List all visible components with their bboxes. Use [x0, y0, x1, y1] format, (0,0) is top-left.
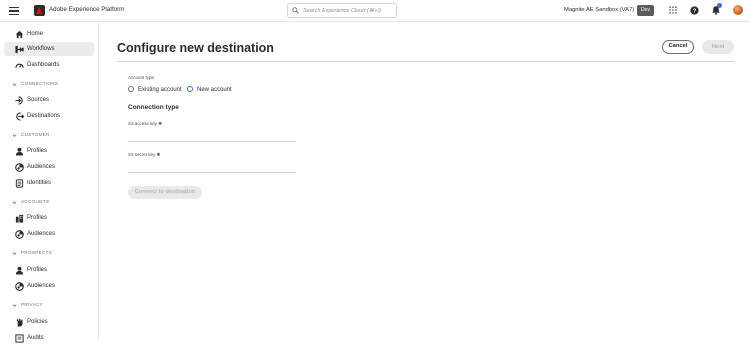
main-content: Configure new destination Cancel Next Ac… [100, 22, 750, 340]
audiences-icon [15, 282, 24, 291]
sidebar-item-dashboards[interactable]: Dashboards [4, 58, 94, 72]
sidebar-item-account-profiles[interactable]: Profiles [4, 211, 94, 225]
chevron-down-icon [12, 252, 17, 255]
required-icon: ✱ [158, 121, 163, 126]
sidebar-item-label: Profiles [27, 214, 48, 221]
section-title: CUSTOMER [21, 132, 50, 137]
sidebar-item-label: Home [27, 30, 44, 37]
audits-icon [15, 334, 24, 343]
apps-grid-icon[interactable] [669, 6, 677, 14]
profile-icon [15, 266, 24, 275]
chevron-down-icon [12, 304, 17, 307]
s3-access-key-input[interactable] [128, 132, 296, 142]
sidebar-item-label: Destinations [27, 112, 61, 119]
sidebar-item-audits[interactable]: Audits [4, 331, 94, 345]
search-field[interactable]: Search Experience Cloud (⌘+/) [287, 3, 397, 18]
home-icon [15, 30, 24, 39]
sidebar-item-policies[interactable]: Policies [4, 315, 94, 329]
sidebar-item-label: Audiences [27, 282, 56, 289]
audiences-icon [15, 163, 24, 172]
audiences-icon [15, 230, 24, 239]
chevron-down-icon [12, 201, 17, 204]
search-icon [292, 7, 299, 14]
sidebar-item-prospect-profiles[interactable]: Profiles [4, 263, 94, 277]
sidebar-item-label: Profiles [27, 147, 48, 154]
help-icon[interactable]: ? [690, 6, 699, 15]
top-bar: Adobe Experience Platform Search Experie… [0, 0, 750, 22]
connect-to-destination-button[interactable]: Connect to destination [128, 186, 202, 199]
s3-access-key-label: S3 access key ✱ [128, 121, 162, 127]
account-type-label: Account type [128, 75, 155, 80]
sidebar-item-destinations[interactable]: Destinations [4, 109, 94, 123]
sidebar-item-identities[interactable]: Identities [4, 176, 94, 190]
env-badge: Dev [637, 5, 654, 16]
identities-icon [15, 179, 24, 188]
page-title: Configure new destination [117, 41, 274, 55]
sidebar: Home Workflows Dashboards CONNECTIONS So… [0, 22, 99, 343]
chevron-down-icon [12, 134, 17, 137]
new-account-radio[interactable] [187, 86, 193, 92]
sidebar-item-label: Sources [27, 96, 50, 103]
connection-type-heading: Connection type [128, 104, 179, 111]
svg-text:?: ? [693, 9, 697, 15]
section-title: PROSPECTS [21, 250, 53, 255]
sidebar-item-home[interactable]: Home [4, 27, 94, 41]
existing-account-label[interactable]: Existing account [138, 87, 182, 93]
app-title[interactable]: Adobe Experience Platform [49, 6, 124, 13]
sources-icon [15, 96, 23, 105]
dashboards-icon [15, 63, 24, 68]
section-title: ACCOUNTS [21, 199, 50, 204]
sidebar-item-label: Workflows [27, 45, 55, 52]
profile-icon [15, 147, 24, 156]
sidebar-item-label: Audiences [27, 230, 56, 237]
sidebar-item-label: Identities [27, 179, 52, 186]
sandbox-switcher[interactable]: Magnite AE Sandbox (VA7) [564, 7, 634, 13]
section-title: CONNECTIONS [21, 81, 59, 86]
sidebar-item-label: Audiences [27, 163, 56, 170]
sidebar-item-label: Policies [27, 318, 48, 325]
new-account-label[interactable]: New account [197, 87, 232, 93]
sidebar-item-prospect-audiences[interactable]: Audiences [4, 279, 94, 293]
section-title: PRIVACY [21, 302, 43, 307]
field-label-text: S3 secret key [128, 152, 156, 157]
cancel-button[interactable]: Cancel [662, 40, 694, 54]
menu-icon[interactable] [8, 5, 20, 17]
sidebar-item-sources[interactable]: Sources [4, 93, 94, 107]
s3-secret-key-input[interactable] [128, 163, 296, 173]
sidebar-item-label: Profiles [27, 266, 48, 273]
required-icon: ✱ [156, 152, 161, 157]
divider [117, 61, 734, 62]
workflows-icon [15, 45, 24, 54]
next-button[interactable]: Next [702, 40, 734, 54]
user-avatar[interactable] [733, 5, 743, 15]
existing-account-radio[interactable] [128, 86, 134, 92]
notification-badge [717, 3, 722, 8]
chevron-down-icon [12, 83, 17, 86]
destinations-icon [16, 112, 24, 121]
sidebar-item-customer-profiles[interactable]: Profiles [4, 144, 94, 158]
adobe-logo [34, 5, 45, 16]
sidebar-item-workflows[interactable]: Workflows [4, 42, 94, 56]
search-input[interactable]: Search Experience Cloud (⌘+/) [303, 8, 381, 14]
sidebar-item-label: Dashboards [27, 61, 60, 68]
policies-icon [16, 318, 23, 327]
s3-secret-key-label: S3 secret key ✱ [128, 152, 160, 158]
sidebar-item-customer-audiences[interactable]: Audiences [4, 160, 94, 174]
field-label-text: S3 access key [128, 121, 158, 126]
account-profiles-icon [15, 214, 24, 223]
sidebar-item-account-audiences[interactable]: Audiences [4, 227, 94, 241]
